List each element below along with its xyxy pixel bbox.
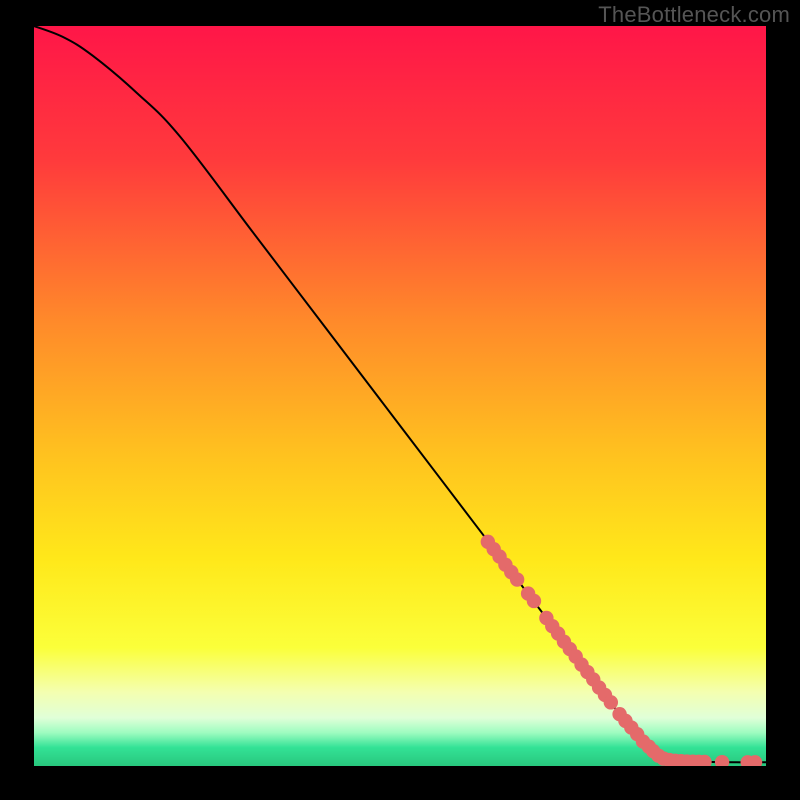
gradient-background bbox=[34, 26, 766, 766]
chart-stage: TheBottleneck.com bbox=[0, 0, 800, 800]
plot-area bbox=[34, 26, 766, 766]
marker-dot bbox=[604, 695, 618, 709]
marker-dot bbox=[510, 572, 524, 586]
chart-svg bbox=[34, 26, 766, 766]
watermark-text: TheBottleneck.com bbox=[598, 2, 790, 28]
marker-dot bbox=[527, 594, 541, 608]
